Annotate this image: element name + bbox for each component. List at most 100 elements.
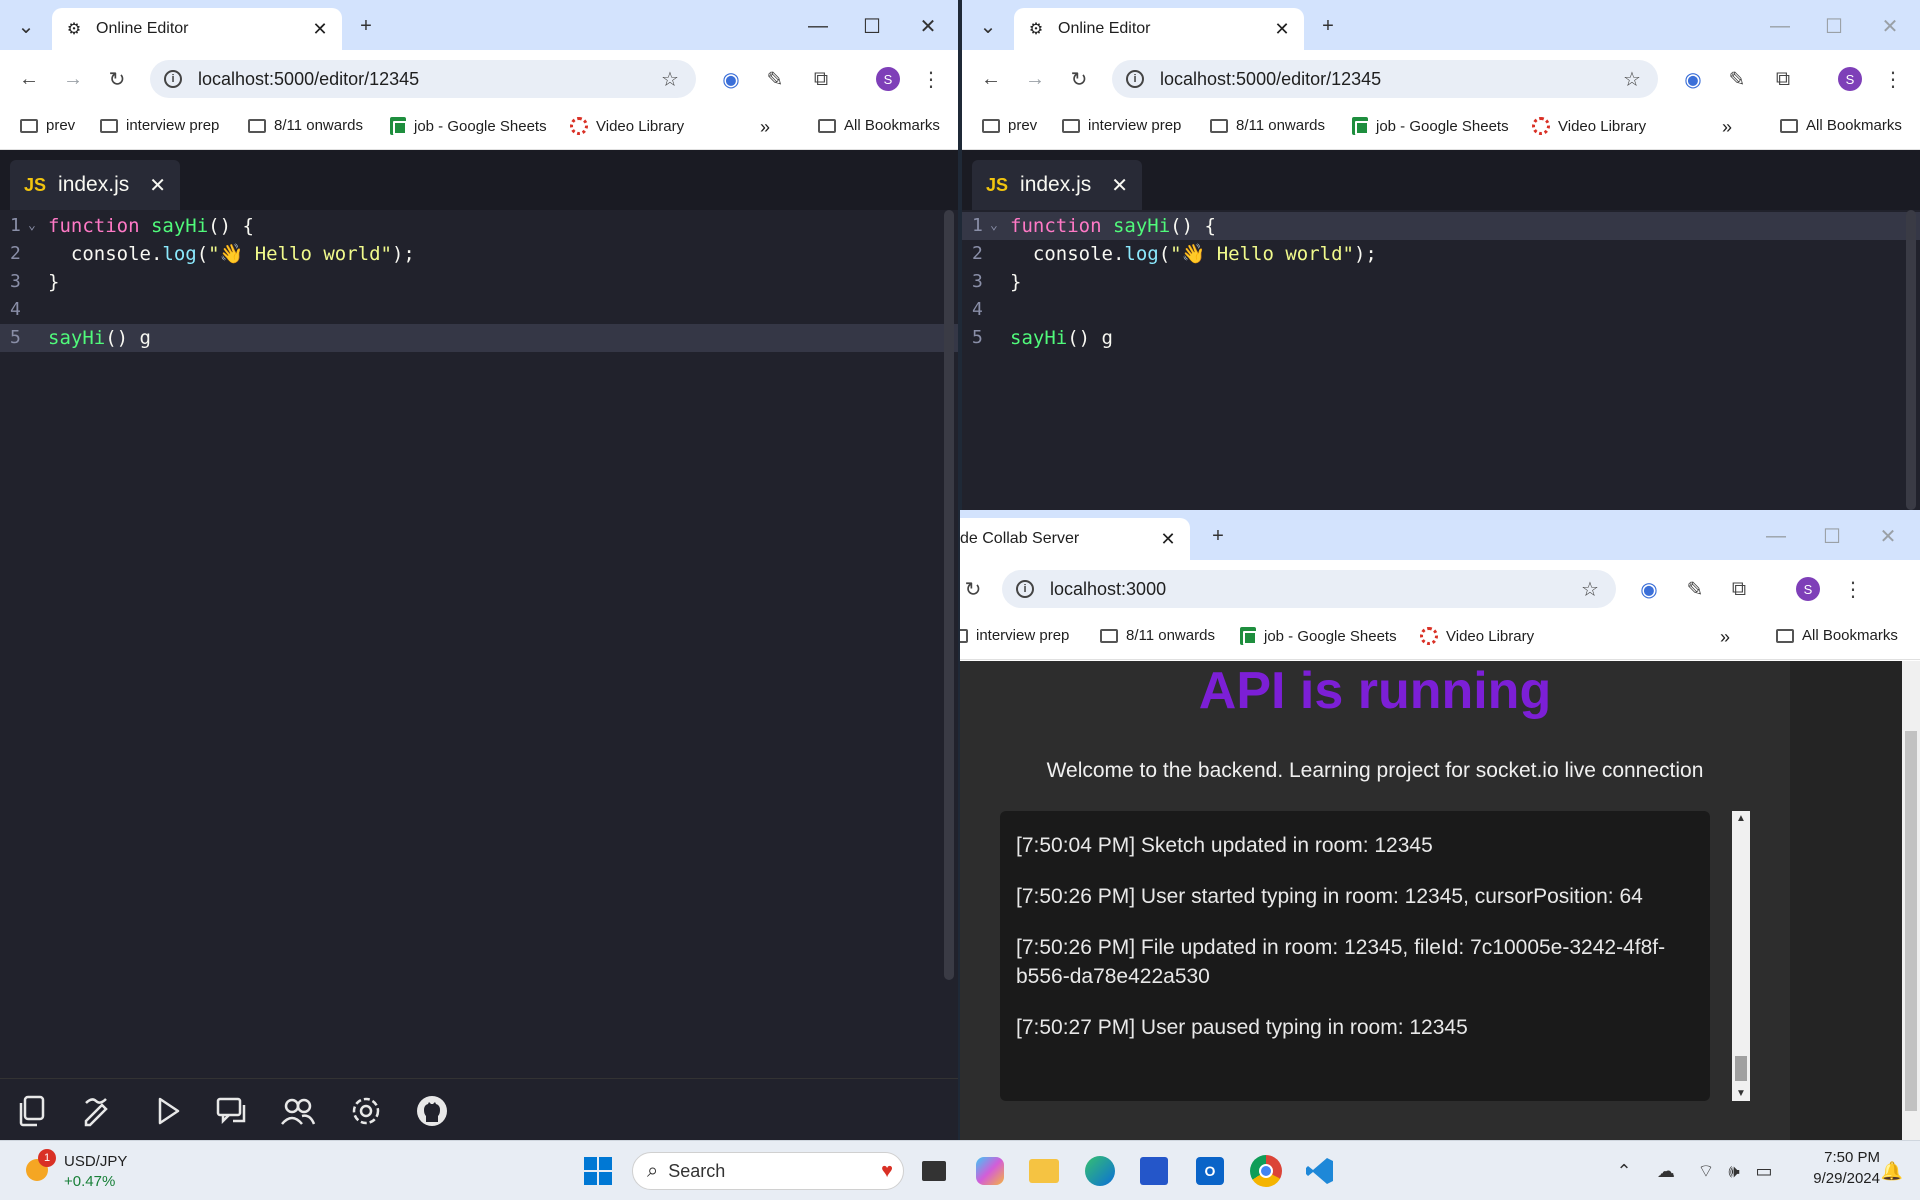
close-tab-icon[interactable]: ✕ [1272,19,1292,40]
code-editor[interactable]: 1 ⌄ function sayHi() { 2 console.log("👋 He… [0,212,958,352]
bookmark-interview-prep[interactable]: interview prep [100,117,219,134]
more-bookmarks-button[interactable]: » [1720,627,1730,648]
minimize-button[interactable]: — [804,12,832,40]
chrome-icon[interactable] [1246,1151,1286,1191]
editor-scrollbar[interactable] [944,210,954,980]
more-bookmarks-button[interactable]: » [760,117,770,138]
notification-bell-icon[interactable]: 🔔 [1872,1151,1912,1191]
battery-icon[interactable]: ▭ [1744,1151,1784,1191]
tab-online-editor[interactable]: ⚙ Online Editor ✕ [1014,8,1304,50]
file-explorer-icon[interactable] [1024,1151,1064,1191]
site-info-icon[interactable]: i [164,70,182,88]
extensions-puzzle-icon[interactable]: ⧉ [808,66,834,92]
new-tab-button[interactable]: + [1204,522,1232,550]
taskbar-search[interactable]: ⌕ Search ♥ [632,1152,904,1190]
minimize-button[interactable]: — [1766,12,1794,40]
file-tab-index-js[interactable]: JS index.js ✕ [10,160,180,210]
extension-icon[interactable]: ◉ [1636,576,1662,602]
editor-scrollbar[interactable] [1906,210,1916,510]
event-log[interactable]: [7:50:04 PM] Sketch updated in room: 123… [1000,811,1710,1101]
files-icon[interactable] [14,1093,50,1129]
all-bookmarks[interactable]: All Bookmarks [1780,117,1902,134]
bookmark-prev[interactable]: prev [982,117,1037,134]
bookmark-interview-prep[interactable]: interview prep [1062,117,1181,134]
address-bar[interactable]: i localhost:5000/editor/12345 ☆ [150,60,696,98]
profile-avatar[interactable]: S [1838,67,1862,91]
all-bookmarks[interactable]: All Bookmarks [818,117,940,134]
task-view-icon[interactable] [914,1151,954,1191]
bookmark-star-icon[interactable]: ☆ [1620,67,1644,92]
minimize-button[interactable]: — [1762,522,1790,550]
bookmark-prev[interactable]: prev [20,117,75,134]
log-scrollbar[interactable]: ▲ ▼ [1732,811,1750,1101]
scroll-thumb[interactable] [1905,731,1917,1111]
run-icon[interactable] [150,1093,186,1129]
tab-collab-server[interactable]: de Collab Server ✕ [960,518,1190,560]
back-icon[interactable]: ← [16,66,42,92]
bookmark-job-google-sheets[interactable]: job - Google Sheets [1352,117,1509,135]
copilot-icon[interactable] [970,1151,1010,1191]
bookmark-job-google-sheets[interactable]: job - Google Sheets [390,117,547,135]
extensions-puzzle-icon[interactable]: ⧉ [1726,576,1752,602]
bookmark-8-11-onwards[interactable]: 8/11 onwards [1210,117,1325,134]
vpn-off-icon[interactable]: ☁ [1646,1151,1686,1191]
close-window-button[interactable]: ✕ [1876,12,1904,40]
menu-kebab-icon[interactable]: ⋮ [1840,576,1866,602]
draw-icon[interactable] [80,1093,116,1129]
menu-kebab-icon[interactable]: ⋮ [1880,66,1906,92]
vscode-icon[interactable] [1300,1151,1340,1191]
bookmark-star-icon[interactable]: ☆ [1578,577,1602,602]
close-tab-icon[interactable]: ✕ [1158,529,1178,550]
tab-search-button[interactable]: ⌄ [974,12,1002,40]
menu-kebab-icon[interactable]: ⋮ [918,66,944,92]
tab-online-editor[interactable]: ⚙ Online Editor ✕ [52,8,342,50]
github-icon[interactable] [414,1093,450,1129]
all-bookmarks[interactable]: All Bookmarks [1776,627,1898,644]
scroll-down-arrow[interactable]: ▼ [1736,1088,1746,1099]
store-icon[interactable] [1134,1151,1174,1191]
bookmark-video-library[interactable]: Video Library [1420,627,1534,645]
address-bar[interactable]: i localhost:3000 ☆ [1002,570,1616,608]
page-scrollbar[interactable] [1902,661,1920,1140]
extensions-puzzle-icon[interactable]: ⧉ [1770,66,1796,92]
close-tab-icon[interactable]: ✕ [310,19,330,40]
bookmark-star-icon[interactable]: ☆ [658,67,682,92]
scroll-up-arrow[interactable]: ▲ [1736,813,1746,824]
address-bar[interactable]: i localhost:5000/editor/12345 ☆ [1112,60,1658,98]
bookmark-8-11-onwards[interactable]: 8/11 onwards [248,117,363,134]
reload-icon[interactable]: ↻ [960,576,986,602]
close-file-icon[interactable]: ✕ [1111,173,1128,198]
show-hidden-icons[interactable]: ⌃ [1604,1151,1644,1191]
code-editor[interactable]: 1 ⌄ function sayHi() { 2 console.log("👋 He… [962,212,1920,352]
extension-pen-icon[interactable]: ✎ [762,66,788,92]
close-window-button[interactable]: ✕ [914,12,942,40]
extension-pen-icon[interactable]: ✎ [1682,576,1708,602]
windows-start-icon[interactable] [578,1151,618,1191]
edge-icon[interactable] [1080,1151,1120,1191]
users-icon[interactable] [280,1093,316,1129]
new-tab-button[interactable]: + [352,12,380,40]
bookmark-job-google-sheets[interactable]: job - Google Sheets [1240,627,1397,645]
forward-icon[interactable]: → [60,66,86,92]
extension-pen-icon[interactable]: ✎ [1724,66,1750,92]
file-tab-index-js[interactable]: JS index.js ✕ [972,160,1142,210]
scroll-thumb[interactable] [1735,1056,1747,1081]
fold-chevron-icon[interactable]: ⌄ [990,212,998,240]
maximize-button[interactable]: ☐ [858,12,886,40]
bookmark-video-library[interactable]: Video Library [1532,117,1646,135]
settings-icon[interactable] [348,1093,384,1129]
extension-icon[interactable]: ◉ [1680,66,1706,92]
profile-avatar[interactable]: S [1796,577,1820,601]
bookmark-interview-prep[interactable]: interview prep [960,627,1069,644]
new-tab-button[interactable]: + [1314,12,1342,40]
close-file-icon[interactable]: ✕ [149,173,166,198]
close-window-button[interactable]: ✕ [1874,522,1902,550]
reload-icon[interactable]: ↻ [104,66,130,92]
more-bookmarks-button[interactable]: » [1722,117,1732,138]
back-icon[interactable]: ← [978,66,1004,92]
outlook-icon[interactable]: O [1190,1151,1230,1191]
fold-chevron-icon[interactable]: ⌄ [28,212,36,240]
ticker-widget[interactable]: 1 USD/JPY +0.47% [22,1149,142,1193]
chat-icon[interactable] [214,1093,250,1129]
clock[interactable]: 7:50 PM 9/29/2024 [1790,1149,1880,1187]
